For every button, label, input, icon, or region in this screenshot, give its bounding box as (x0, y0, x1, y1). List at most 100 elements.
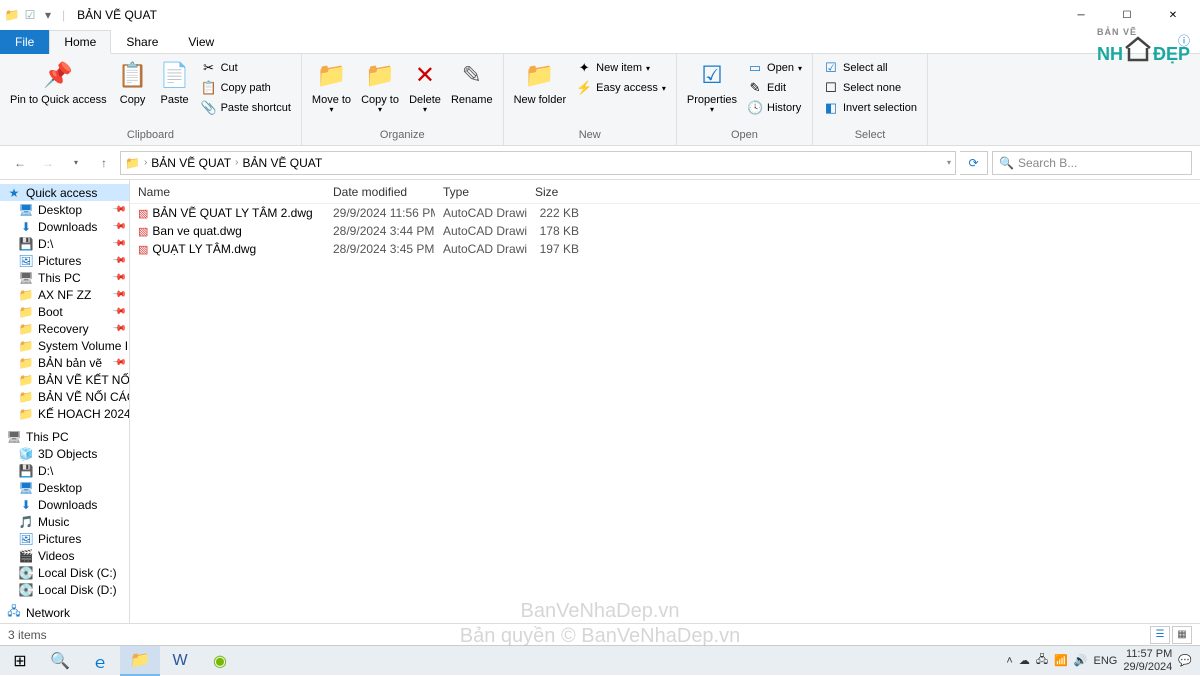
sidebar-item[interactable]: ⬇Downloads📌 (0, 218, 129, 235)
tray-clock[interactable]: 11:57 PM 29/9/2024 (1123, 648, 1172, 672)
recent-dropdown[interactable]: ▾ (64, 151, 88, 175)
word-button[interactable]: W (160, 646, 200, 676)
sidebar-item[interactable]: 💾D:\📌 (0, 235, 129, 252)
item-icon: 💽 (18, 565, 34, 581)
invert-selection-button[interactable]: ◧Invert selection (819, 98, 921, 118)
select-none-button[interactable]: ☐Select none (819, 78, 921, 98)
col-name[interactable]: Name (130, 181, 325, 203)
sidebar-item[interactable]: 💽 Local Disk (C:) (0, 564, 129, 581)
tray-network-icon[interactable]: 🖧 (1036, 651, 1048, 670)
sidebar-item[interactable]: 💽Local Disk (D:) (0, 581, 129, 598)
new-folder-button[interactable]: 📁New folder (510, 58, 571, 108)
tab-file[interactable]: File (0, 30, 49, 54)
sidebar-item[interactable]: 📁BẢN VẼ KẾT NỐI MC📌 (0, 371, 129, 388)
select-all-button[interactable]: ☑Select all (819, 58, 921, 78)
sidebar-item[interactable]: 🖥Desktop📌 (0, 201, 129, 218)
back-button[interactable]: ← (8, 151, 32, 175)
close-button[interactable]: ✕ (1150, 0, 1196, 30)
start-button[interactable]: ⊞ (0, 646, 40, 676)
sidebar-item[interactable]: 📁BẢN VẼ NỐI CÁC TI📌 (0, 388, 129, 405)
file-name: Ban ve quat.dwg (152, 224, 241, 238)
tray-sound-icon[interactable]: 🔊 (1074, 654, 1088, 667)
move-to-button[interactable]: 📁Move to▾ (308, 58, 355, 117)
pin-icon: 📌 (112, 287, 128, 303)
sidebar-item[interactable]: 📁BẢN bản vẽ📌 (0, 354, 129, 371)
tray-notifications-icon[interactable]: 💬 (1178, 654, 1192, 667)
chevron-icon[interactable]: › (144, 157, 147, 168)
qat-dropdown-icon[interactable]: ▾ (40, 7, 56, 23)
icons-view-button[interactable]: ▦ (1172, 626, 1192, 644)
sidebar-item[interactable]: 🖥Desktop (0, 479, 129, 496)
explorer-button[interactable]: 📁 (120, 646, 160, 676)
file-row[interactable]: ▧QUẠT LY TÂM.dwg28/9/2024 3:45 PMAutoCAD… (130, 240, 1200, 258)
edge-button[interactable]: ｅ (80, 646, 120, 676)
sidebar-item[interactable]: 📁Boot📌 (0, 303, 129, 320)
new-item-button[interactable]: ✦New item▾ (572, 58, 670, 78)
copy-to-button[interactable]: 📁Copy to▾ (357, 58, 403, 117)
sidebar-item[interactable]: 🖼Pictures (0, 530, 129, 547)
rename-button[interactable]: ✎Rename (447, 58, 497, 108)
addr-dropdown-icon[interactable]: ▾ (947, 158, 951, 167)
forward-button[interactable]: → (36, 151, 60, 175)
col-size[interactable]: Size (527, 181, 587, 203)
sidebar-item[interactable]: 🖼Pictures📌 (0, 252, 129, 269)
tray-up-icon[interactable]: ˄ (1006, 655, 1012, 667)
tray-onedrive-icon[interactable]: ☁ (1019, 654, 1030, 667)
sidebar-network[interactable]: 🖧Network (0, 604, 129, 621)
refresh-button[interactable]: ⟳ (960, 151, 988, 175)
col-type[interactable]: Type (435, 181, 527, 203)
ribbon-tabs: File Home Share View ⓘ (0, 30, 1200, 54)
sidebar-item[interactable]: 📁System Volume I📌 (0, 337, 129, 354)
pin-quick-access-button[interactable]: 📌Pin to Quick access (6, 58, 111, 108)
search-input[interactable]: 🔍 Search B... (992, 151, 1192, 175)
delete-button[interactable]: ✕Delete▾ (405, 58, 445, 117)
file-date: 28/9/2024 3:44 PM (325, 224, 435, 238)
item-label: Pictures (38, 532, 81, 546)
file-row[interactable]: ▧BẢN VẼ QUAT LY TÂM 2.dwg29/9/2024 11:56… (130, 204, 1200, 222)
history-button[interactable]: 🕓History (743, 98, 806, 118)
item-icon: 🎵 (18, 514, 34, 530)
breadcrumb-item[interactable]: BẢN VẼ QUAT (242, 156, 322, 170)
cut-button[interactable]: ✂Cut (197, 58, 295, 78)
chevron-icon[interactable]: › (235, 157, 238, 168)
sidebar-item[interactable]: 🧊3D Objects (0, 445, 129, 462)
easy-access-button[interactable]: ⚡Easy access▾ (572, 78, 670, 98)
details-view-button[interactable]: ☰ (1150, 626, 1170, 644)
paste-shortcut-button[interactable]: 📎Paste shortcut (197, 98, 295, 118)
properties-button[interactable]: ☑Properties▾ (683, 58, 741, 117)
organize-group-label: Organize (308, 129, 497, 143)
titlebar: 📁 ☑ ▾ | BẢN VẼ QUAT ─ ☐ ✕ (0, 0, 1200, 30)
search-button[interactable]: 🔍 (40, 646, 80, 676)
sidebar-item[interactable]: 📁AX NF ZZ📌 (0, 286, 129, 303)
item-label: BẢN bản vẽ (38, 356, 102, 370)
sidebar-item[interactable]: 🖥This PC📌 (0, 269, 129, 286)
file-row[interactable]: ▧Ban ve quat.dwg28/9/2024 3:44 PMAutoCAD… (130, 222, 1200, 240)
sidebar-item[interactable]: 📁Recovery📌 (0, 320, 129, 337)
qat-save-icon[interactable]: ☑ (22, 7, 38, 23)
maximize-button[interactable]: ☐ (1104, 0, 1150, 30)
open-button[interactable]: ▭Open▾ (743, 58, 806, 78)
sidebar-item[interactable]: 🎬Videos (0, 547, 129, 564)
tab-home[interactable]: Home (49, 30, 111, 54)
copy-button[interactable]: 📋Copy (113, 58, 153, 108)
sidebar-item[interactable]: ⬇Downloads (0, 496, 129, 513)
sidebar-this-pc[interactable]: 🖥This PC (0, 428, 129, 445)
col-date[interactable]: Date modified (325, 181, 435, 203)
breadcrumb-item[interactable]: BẢN VẼ QUAT (151, 156, 231, 170)
tray-wifi-icon[interactable]: 📶 (1054, 654, 1068, 667)
tray-lang[interactable]: ENG (1094, 655, 1118, 667)
address-bar[interactable]: 📁 › BẢN VẼ QUAT › BẢN VẼ QUAT ▾ (120, 151, 956, 175)
item-label: Local Disk (C:) (38, 566, 117, 580)
paste-button[interactable]: 📄Paste (155, 58, 195, 108)
utorrent-button[interactable]: ◉ (200, 646, 240, 676)
sidebar-item[interactable]: 📁KẾ HOACH 2024📌 (0, 405, 129, 422)
minimize-button[interactable]: ─ (1058, 0, 1104, 30)
copy-path-button[interactable]: 📋Copy path (197, 78, 295, 98)
sidebar-item[interactable]: 💾D:\ (0, 462, 129, 479)
sidebar-quick-access[interactable]: ★Quick access (0, 184, 129, 201)
tab-view[interactable]: View (173, 30, 229, 54)
tab-share[interactable]: Share (111, 30, 173, 54)
up-button[interactable]: ↑ (92, 151, 116, 175)
sidebar-item[interactable]: 🎵Music (0, 513, 129, 530)
edit-button[interactable]: ✎Edit (743, 78, 806, 98)
